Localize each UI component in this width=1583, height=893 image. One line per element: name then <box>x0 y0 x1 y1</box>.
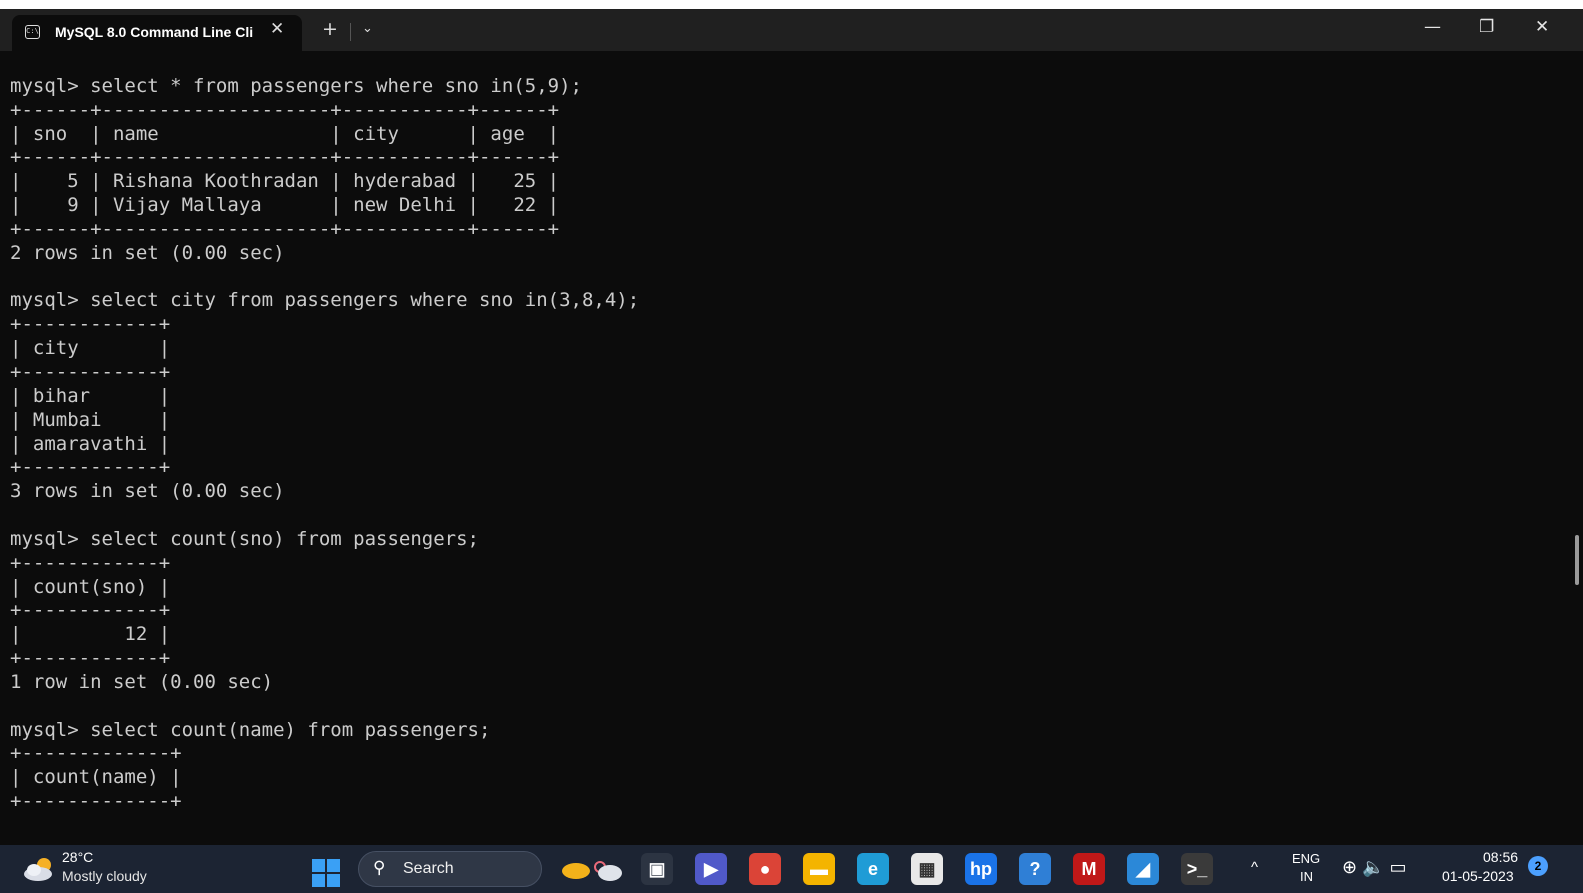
terminal-output[interactable]: mysql> select * from passengers where sn… <box>10 51 1550 841</box>
terminal-line: 1 row in set (0.00 sec) <box>10 670 274 693</box>
minimize-button[interactable]: — <box>1424 17 1441 37</box>
terminal-line: | count(name) | <box>10 766 182 789</box>
tab-mysql-cli[interactable]: C:\ MySQL 8.0 Command Line Cli ✕ <box>12 15 302 51</box>
weather-temperature[interactable]: 28°C <box>62 849 93 865</box>
terminal-line: +------------+ <box>10 551 171 574</box>
terminal-line: +-------------+ <box>10 790 182 813</box>
new-tab-button[interactable]: + <box>322 18 338 40</box>
terminal-line: +------+--------------------+-----------… <box>10 217 560 240</box>
widgets-icon[interactable] <box>560 857 624 883</box>
terminal-line: +-------------+ <box>10 742 182 765</box>
terminal-line: | amaravathi | <box>10 432 171 455</box>
task-view-icon[interactable]: ▣ <box>641 853 673 885</box>
search-icon: ⚲ <box>373 858 386 877</box>
photos-icon[interactable]: ◢ <box>1127 853 1159 885</box>
terminal-line: mysql> select city from passengers where… <box>10 289 640 312</box>
terminal-window: C:\ MySQL 8.0 Command Line Cli ✕ + ⌄ — ❐… <box>0 9 1583 845</box>
notification-badge[interactable]: 2 <box>1528 856 1548 876</box>
taskbar-search-box[interactable]: ⚲ Search <box>358 851 542 887</box>
close-window-button[interactable]: ✕ <box>1535 17 1549 37</box>
terminal-line: mysql> select * from passengers where sn… <box>10 74 582 97</box>
terminal-line: +------------+ <box>10 456 171 479</box>
terminal-line: | bihar | <box>10 384 171 407</box>
tab-divider <box>350 23 351 41</box>
terminal-line: | 9 | Vijay Mallaya | new Delhi | 22 | <box>10 194 560 217</box>
terminal-line: | 5 | Rishana Koothradan | hyderabad | 2… <box>10 170 560 193</box>
language-indicator[interactable]: ENG <box>1292 851 1320 866</box>
terminal-line: mysql> select count(sno) from passengers… <box>10 527 479 550</box>
terminal-line: +------+--------------------+-----------… <box>10 98 560 121</box>
clock-time[interactable]: 08:56 <box>1483 849 1518 865</box>
terminal-line: | count(sno) | <box>10 575 171 598</box>
cloudy-weather-icon <box>24 858 52 881</box>
scrollbar-thumb[interactable] <box>1575 535 1579 585</box>
myhp-icon[interactable]: hp <box>965 853 997 885</box>
terminal-line: | 12 | <box>10 623 171 646</box>
tab-title: MySQL 8.0 Command Line Cli <box>55 24 254 40</box>
get-help-icon[interactable]: ? <box>1019 853 1051 885</box>
tab-dropdown-button[interactable]: ⌄ <box>362 21 373 36</box>
chrome-icon[interactable]: ● <box>749 853 781 885</box>
file-explorer-icon[interactable]: ▬ <box>803 853 835 885</box>
tray-chevron-icon[interactable]: ^ <box>1251 859 1258 876</box>
mcafee-icon[interactable]: M <box>1073 853 1105 885</box>
windows-start-icon[interactable] <box>312 859 340 887</box>
terminal-line: | Mumbai | <box>10 408 171 431</box>
network-volume-battery-icons[interactable]: ⊕ 🔈 ▭ <box>1342 857 1407 878</box>
console-icon: C:\ <box>25 25 40 39</box>
restore-button[interactable]: ❐ <box>1479 17 1494 37</box>
terminal-line: 3 rows in set (0.00 sec) <box>10 480 285 503</box>
teams-meet-icon[interactable]: ▶ <box>695 853 727 885</box>
terminal-line: 2 rows in set (0.00 sec) <box>10 241 285 264</box>
region-indicator[interactable]: IN <box>1300 869 1313 884</box>
terminal-line: +------------+ <box>10 313 171 336</box>
terminal-line: | city | <box>10 337 171 360</box>
tab-close-icon[interactable]: ✕ <box>270 19 284 39</box>
title-bar: C:\ MySQL 8.0 Command Line Cli ✕ + ⌄ — ❐… <box>0 9 1583 51</box>
store-icon[interactable]: ▦ <box>911 853 943 885</box>
terminal-line: +------+--------------------+-----------… <box>10 146 560 169</box>
terminal-line: mysql> select count(name) from passenger… <box>10 718 491 741</box>
terminal-line: +------------+ <box>10 599 171 622</box>
terminal-icon[interactable]: >_ <box>1181 853 1213 885</box>
terminal-line: | sno | name | city | age | <box>10 122 560 145</box>
terminal-line: +------------+ <box>10 647 171 670</box>
weather-condition[interactable]: Mostly cloudy <box>62 868 147 884</box>
search-label: Search <box>403 860 454 877</box>
edge-icon[interactable]: e <box>857 853 889 885</box>
clock-date[interactable]: 01-05-2023 <box>1442 868 1514 884</box>
taskbar: 28°C Mostly cloudy ⚲ Search ▣ ▶ ● ▬ e ▦ hp? M ◢ >… <box>0 845 1583 893</box>
terminal-line: +------------+ <box>10 360 171 383</box>
